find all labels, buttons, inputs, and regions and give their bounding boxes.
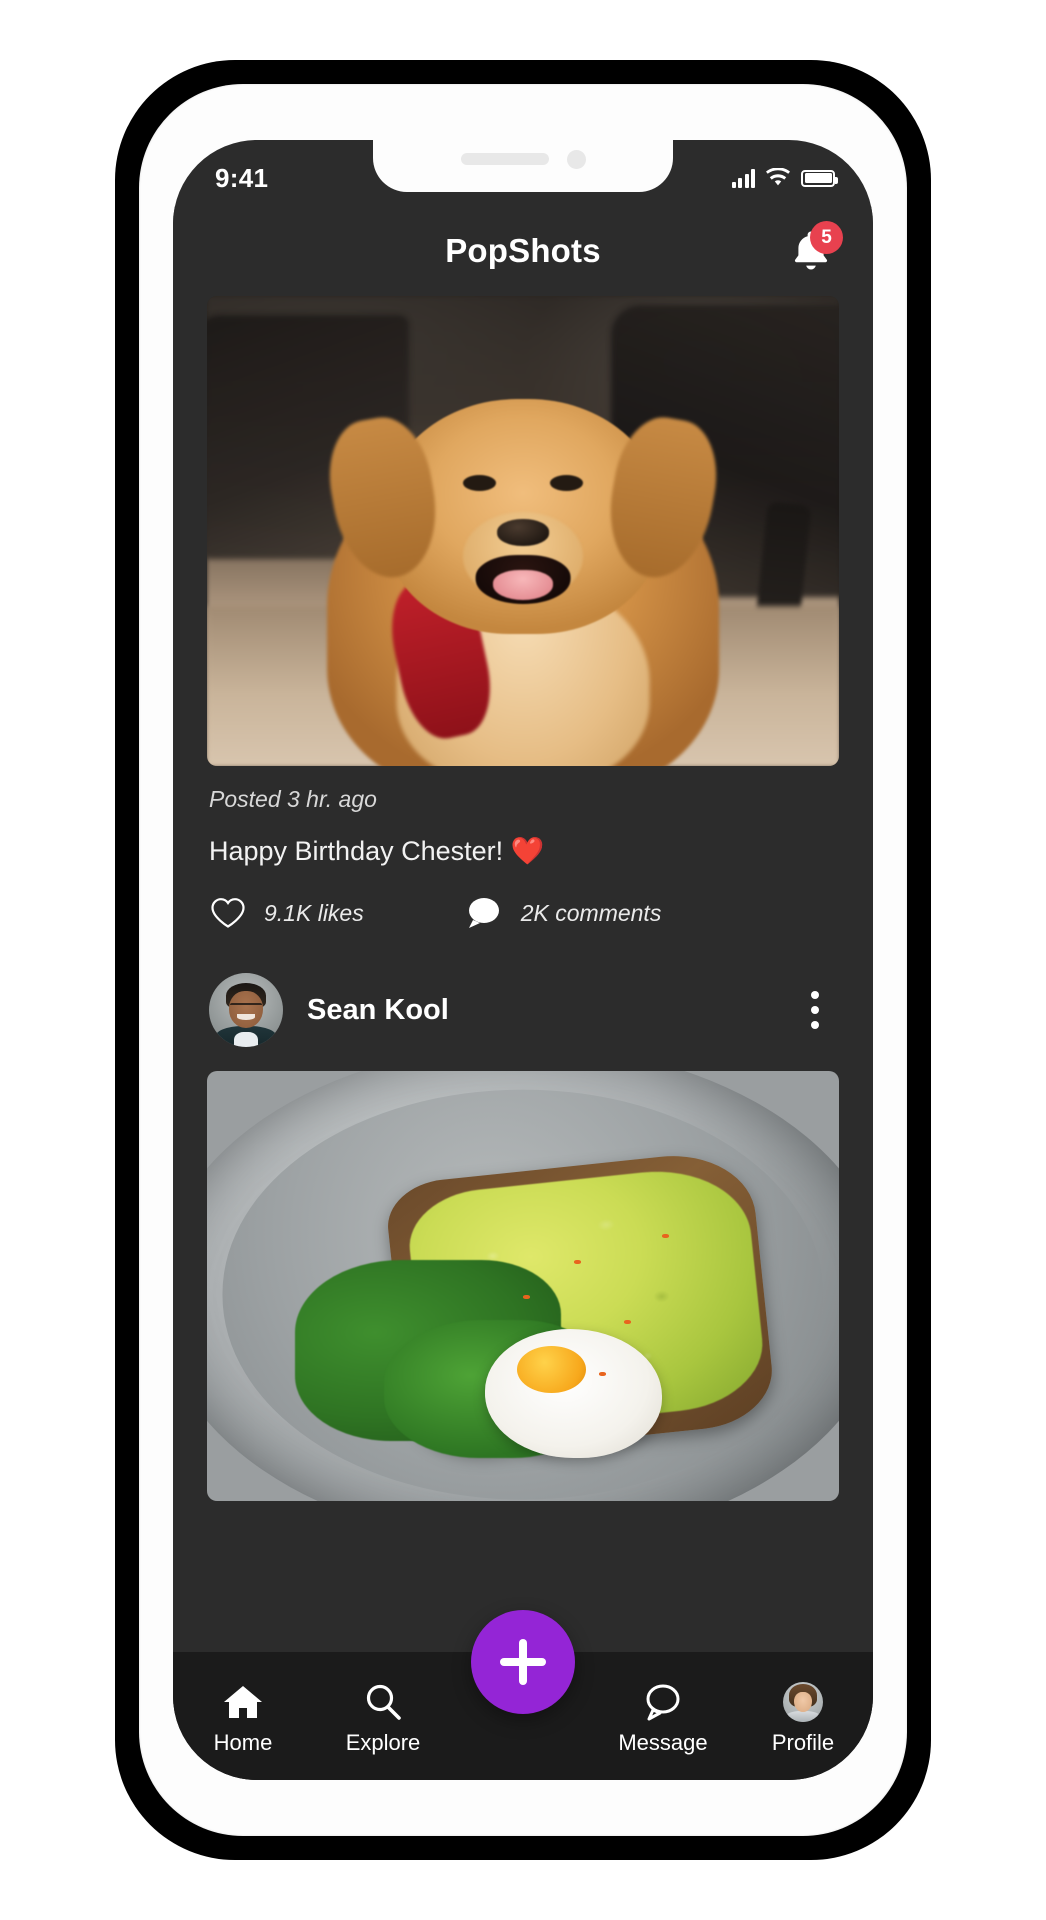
comment-stat[interactable]: 2K comments [464, 895, 662, 931]
heart-emoji: ❤️ [510, 836, 545, 866]
golden-retriever-photo [207, 296, 839, 766]
feed-scroll[interactable]: Posted 3 hr. ago Happy Birthday Chester!… [173, 296, 873, 1780]
post-item: Sean Kool [173, 973, 873, 1509]
like-count-label: 9.1K likes [264, 899, 364, 926]
avocado-toast-photo [207, 1071, 839, 1501]
phone-screen: 9:41 PopShots 5 Posted 3 hr. ago Happy B… [173, 140, 873, 1780]
app-header: PopShots 5 [173, 206, 873, 296]
post-author-name[interactable]: Sean Kool [307, 994, 449, 1027]
profile-avatar-icon [783, 1682, 823, 1722]
home-icon [221, 1682, 265, 1722]
status-indicators [731, 168, 838, 188]
phone-notch [373, 140, 673, 192]
nav-item-explore[interactable]: Explore [313, 1676, 453, 1756]
create-post-fab[interactable] [471, 1610, 575, 1714]
comment-bubble-icon [468, 898, 499, 928]
post-item: Posted 3 hr. ago Happy Birthday Chester!… [173, 296, 873, 939]
notifications-button[interactable]: 5 [783, 221, 843, 279]
earpiece-speaker [460, 153, 549, 165]
front-camera [566, 149, 586, 169]
battery-icon [801, 169, 838, 187]
nav-item-message[interactable]: Message [593, 1676, 733, 1756]
like-stat[interactable]: 9.1K likes [209, 896, 364, 930]
status-time: 9:41 [215, 162, 269, 193]
nav-label-message: Message [618, 1730, 708, 1755]
message-bubble-icon [642, 1682, 684, 1722]
nav-label-profile: Profile [771, 1730, 835, 1755]
post-image[interactable] [207, 1071, 839, 1501]
nav-item-home[interactable]: Home [173, 1676, 313, 1756]
post-caption-text: Happy Birthday Chester! [209, 836, 504, 866]
more-vertical-icon[interactable] [799, 983, 831, 1037]
screenshot-stage: 9:41 PopShots 5 Posted 3 hr. ago Happy B… [0, 0, 1046, 1920]
heart-outline-icon [211, 898, 245, 928]
post-image[interactable] [207, 296, 839, 766]
post-timestamp: Posted 3 hr. ago [209, 786, 377, 812]
search-icon [363, 1682, 403, 1722]
comment-count-label: 2K comments [520, 899, 662, 926]
post-caption: Happy Birthday Chester! ❤️ [209, 835, 837, 867]
post-author-row: Sean Kool [209, 973, 837, 1047]
cellular-signal-icon [731, 168, 755, 188]
notification-badge: 5 [810, 221, 843, 254]
nav-item-profile[interactable]: Profile [733, 1676, 873, 1756]
phone-frame: 9:41 PopShots 5 Posted 3 hr. ago Happy B… [115, 60, 931, 1860]
nav-label-explore: Explore [345, 1730, 421, 1755]
plus-icon [500, 1639, 546, 1685]
nav-label-home: Home [213, 1730, 273, 1755]
phone-bezel: 9:41 PopShots 5 Posted 3 hr. ago Happy B… [139, 84, 907, 1836]
avatar[interactable] [209, 973, 283, 1047]
post-stats: 9.1K likes 2K comments [209, 895, 837, 931]
wifi-icon [765, 168, 791, 188]
page-title: PopShots [445, 232, 601, 269]
